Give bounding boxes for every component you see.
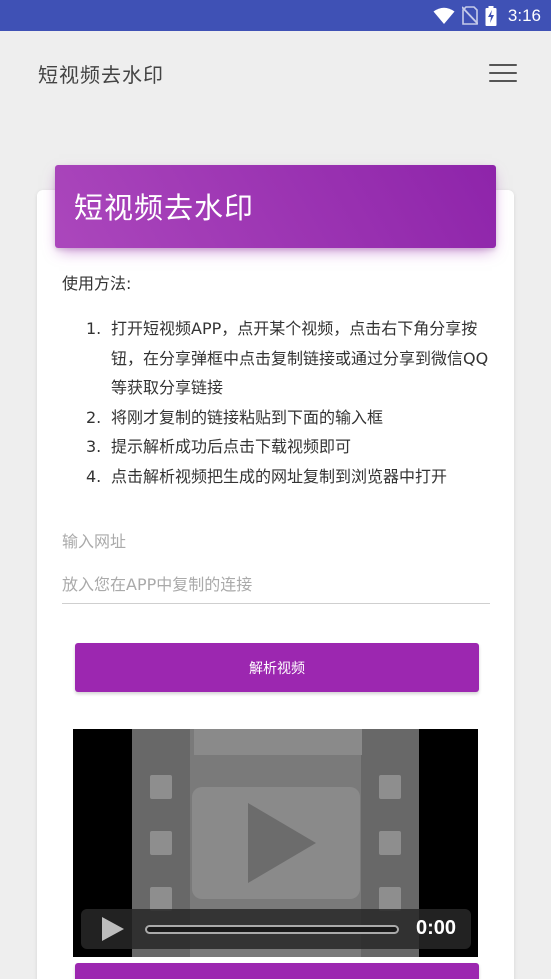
step-text: 将刚才复制的链接粘贴到下面的输入框 (111, 407, 384, 427)
step-number: 2. (86, 407, 102, 427)
card-header: 短视频去水印 (55, 165, 496, 248)
wifi-icon (433, 7, 455, 25)
usage-label: 使用方法: (62, 274, 132, 293)
step-number: 4. (86, 466, 102, 486)
parse-video-button[interactable]: 解析视频 (75, 643, 479, 692)
play-icon[interactable] (99, 917, 125, 941)
poster-band (194, 729, 362, 755)
url-field-label: 输入网址 (62, 532, 127, 551)
status-bar: 3:16 (0, 0, 551, 31)
step-text: 打开短视频APP，点开某个视频，点击右下角分享按钮，在分享弹框中点击复制链接或通… (111, 319, 489, 397)
battery-charging-icon (485, 5, 497, 26)
list-item: 1. 打开短视频APP，点开某个视频，点击右下角分享按钮，在分享弹框中点击复制链… (86, 314, 496, 403)
step-text: 提示解析成功后点击下载视频即可 (111, 437, 352, 456)
video-player[interactable]: 0:00 (73, 729, 478, 957)
hamburger-menu-icon[interactable] (486, 60, 520, 86)
list-item: 3. 提示解析成功后点击下载视频即可 (86, 432, 496, 462)
step-number: 3. (86, 437, 102, 456)
list-item: 4. 点击解析视频把生成的网址复制到浏览器中打开 (86, 462, 496, 492)
seek-bar[interactable] (145, 925, 399, 934)
poster-play-icon (248, 803, 316, 883)
video-time: 0:00 (416, 917, 457, 939)
app-title: 短视频去水印 (38, 63, 164, 87)
status-time: 3:16 (507, 5, 541, 25)
card-header-title: 短视频去水印 (74, 191, 255, 225)
app-bar: 短视频去水印 (0, 31, 551, 115)
step-text: 点击解析视频把生成的网址复制到浏览器中打开 (111, 466, 448, 486)
download-button[interactable] (75, 963, 479, 979)
list-item: 2. 将刚才复制的链接粘贴到下面的输入框 (86, 403, 496, 433)
usage-steps: 1. 打开短视频APP，点开某个视频，点击右下角分享按钮，在分享弹框中点击复制链… (86, 314, 496, 491)
url-input[interactable] (62, 566, 490, 604)
no-sim-icon (461, 6, 478, 25)
step-number: 1. (86, 319, 102, 338)
video-controls: 0:00 (81, 909, 471, 949)
